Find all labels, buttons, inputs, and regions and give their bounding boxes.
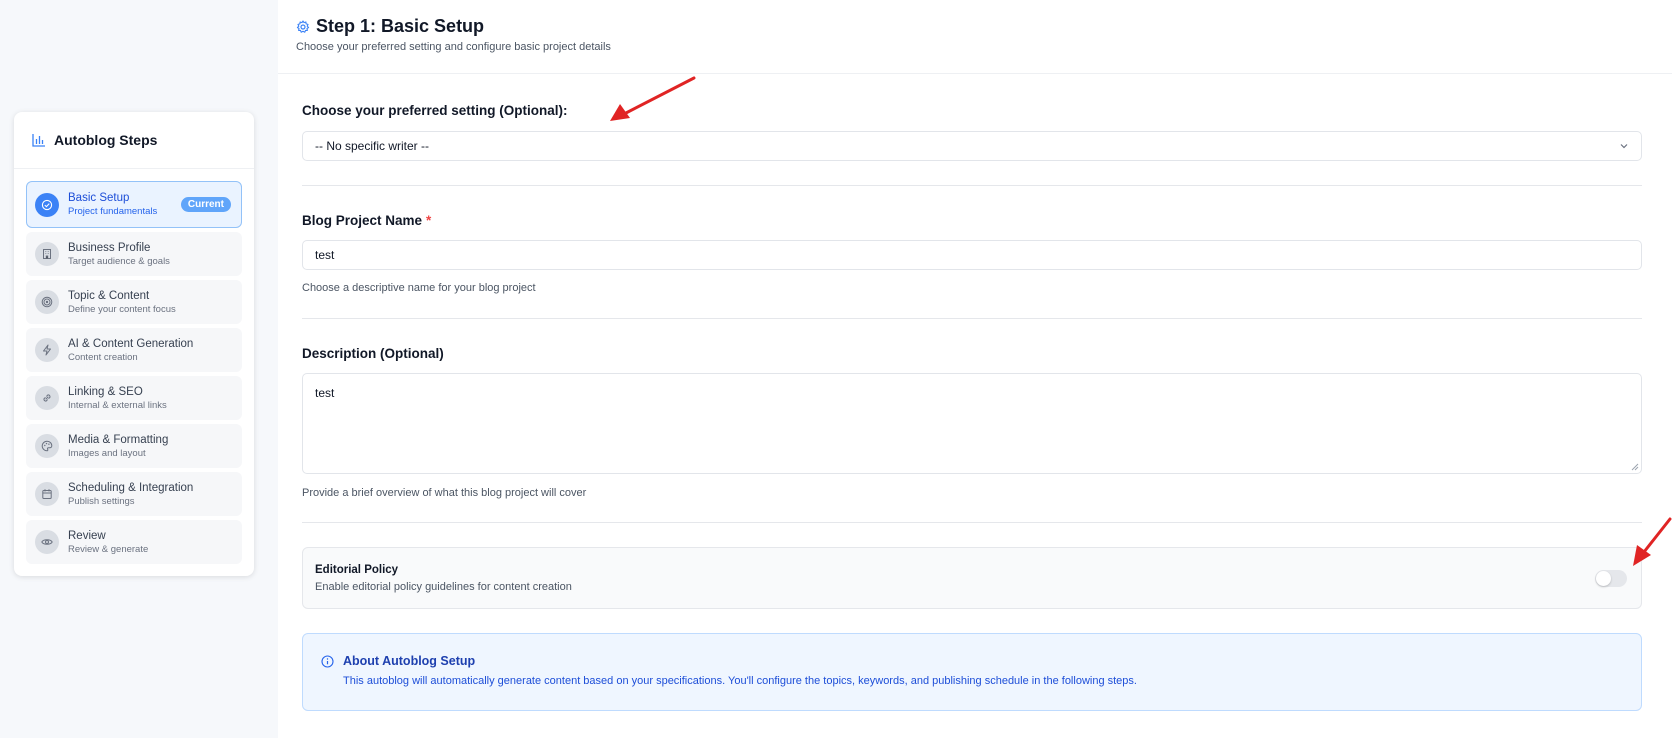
step-subtitle: Review & generate <box>68 543 149 555</box>
about-info-box: About Autoblog Setup This autoblog will … <box>302 633 1642 711</box>
gear-icon <box>296 19 310 33</box>
palette-icon <box>35 434 59 458</box>
required-asterisk: * <box>426 213 432 228</box>
info-title: About Autoblog Setup <box>343 654 476 668</box>
eye-icon <box>35 530 59 554</box>
step-label: AI & Content Generation <box>68 337 194 350</box>
step-label: Review <box>68 529 106 542</box>
step-subtitle: Content creation <box>68 351 138 363</box>
editorial-policy-description: Enable editorial policy guidelines for c… <box>315 580 572 593</box>
description-textarea[interactable]: test <box>302 373 1642 474</box>
step-subtitle: Internal & external links <box>68 399 167 411</box>
writer-select[interactable]: -- No specific writer -- <box>302 131 1642 161</box>
resize-handle-icon[interactable] <box>1631 463 1639 471</box>
project-name-input[interactable]: test <box>302 240 1642 270</box>
info-icon <box>321 654 334 668</box>
toggle-knob <box>1596 570 1611 586</box>
step-ai-content-generation[interactable]: AI & Content Generation Content creation <box>26 328 242 372</box>
page-title: Step 1: Basic Setup <box>316 16 485 36</box>
step-topic-content[interactable]: Topic & Content Define your content focu… <box>26 280 242 324</box>
step-linking-seo[interactable]: Linking & SEO Internal & external links <box>26 376 242 420</box>
page-header: Step 1: Basic Setup Choose your preferre… <box>278 0 1672 74</box>
form-content: Choose your preferred setting (Optional)… <box>278 74 1642 711</box>
step-review[interactable]: Review Review & generate <box>26 520 242 564</box>
editorial-policy-toggle[interactable] <box>1595 569 1627 587</box>
main-panel: Step 1: Basic Setup Choose your preferre… <box>278 0 1672 738</box>
step-scheduling-integration[interactable]: Scheduling & Integration Publish setting… <box>26 472 242 516</box>
step-label: Topic & Content <box>68 289 150 302</box>
link-icon <box>35 386 59 410</box>
description-help: Provide a brief overview of what this bl… <box>302 487 587 499</box>
step-label: Business Profile <box>68 241 151 254</box>
project-name-help: Choose a descriptive name for your blog … <box>302 282 536 294</box>
info-text: This autoblog will automatically generat… <box>343 675 1137 687</box>
annotation-arrow-icon <box>1633 517 1672 566</box>
project-name-label: Blog Project Name * <box>302 213 432 228</box>
lightning-icon <box>35 338 59 362</box>
step-label: Scheduling & Integration <box>68 481 194 494</box>
step-subtitle: Publish settings <box>68 495 135 507</box>
editorial-policy-title: Editorial Policy <box>315 563 399 576</box>
step-basic-setup[interactable]: Basic Setup Project fundamentals Current <box>26 181 242 228</box>
calendar-icon <box>35 482 59 506</box>
annotation-arrow-icon <box>610 76 696 121</box>
page-subtitle: Choose your preferred setting and config… <box>296 41 611 53</box>
setting-label: Choose your preferred setting (Optional)… <box>302 103 568 118</box>
description-value: test <box>315 386 335 400</box>
step-label: Linking & SEO <box>68 385 143 398</box>
step-subtitle: Target audience & goals <box>68 255 170 267</box>
step-subtitle: Project fundamentals <box>68 206 158 217</box>
building-icon <box>35 242 59 266</box>
step-media-formatting[interactable]: Media & Formatting Images and layout <box>26 424 242 468</box>
step-label: Basic Setup <box>68 192 130 204</box>
step-business-profile[interactable]: Business Profile Target audience & goals <box>26 232 242 276</box>
description-label: Description (Optional) <box>302 346 444 361</box>
current-badge: Current <box>180 197 231 212</box>
project-name-value: test <box>315 248 335 262</box>
sidebar-header: Autoblog Steps <box>14 112 254 169</box>
sidebar-title: Autoblog Steps <box>54 132 158 148</box>
bar-chart-icon <box>32 134 45 147</box>
steps-sidebar: Autoblog Steps Basic Setup Project funda… <box>14 112 254 576</box>
step-subtitle: Define your content focus <box>68 303 176 315</box>
check-circle-icon <box>35 192 59 217</box>
step-label: Media & Formatting <box>68 433 169 446</box>
chevron-down-icon <box>1620 144 1628 149</box>
editorial-policy-panel: Editorial Policy Enable editorial policy… <box>302 547 1642 609</box>
writer-select-value: -- No specific writer -- <box>315 139 430 153</box>
target-icon <box>35 290 59 314</box>
step-subtitle: Images and layout <box>68 447 146 459</box>
